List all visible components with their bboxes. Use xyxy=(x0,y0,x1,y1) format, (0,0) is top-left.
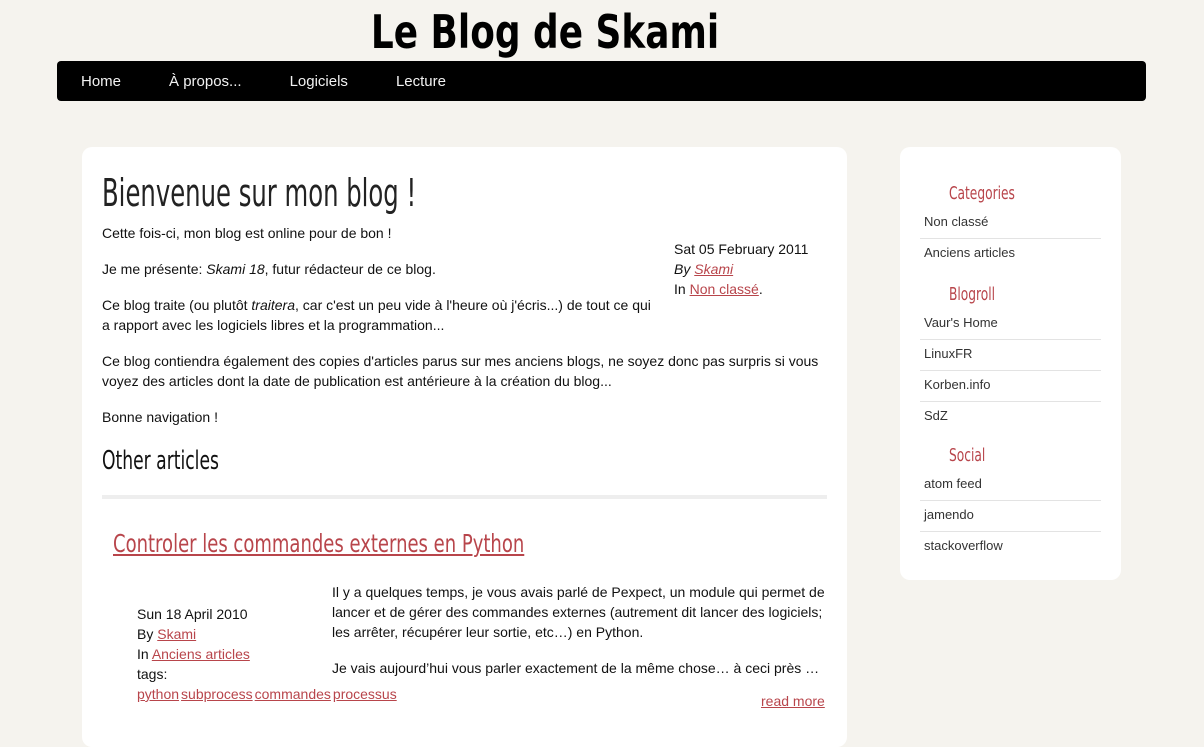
social-item[interactable]: jamendo xyxy=(920,501,1101,532)
main-content: Bienvenue sur mon blog ! Sat 05 February… xyxy=(82,147,847,747)
post-body: Cette fois-ci, mon blog est online pour … xyxy=(102,223,827,443)
social-list: atom feed jamendo stackoverflow xyxy=(920,470,1101,562)
categories-section: Categories Non classé Anciens articles xyxy=(920,183,1101,269)
article-author-link[interactable]: Skami xyxy=(157,626,196,642)
blogroll-heading: Blogroll xyxy=(948,284,996,305)
excerpt-paragraph: Je vais aujourd’hui vous parler exacteme… xyxy=(332,660,820,676)
excerpt-paragraph: Il y a quelques temps, je vous avais par… xyxy=(332,584,825,640)
nav-software[interactable]: Logiciels xyxy=(290,73,348,90)
blogroll-item[interactable]: SdZ xyxy=(920,402,1101,432)
tag-link[interactable]: subprocess xyxy=(181,686,253,702)
read-more-link[interactable]: read more xyxy=(761,693,825,709)
social-section: Social atom feed jamendo stackoverflow xyxy=(920,445,1101,562)
nav-reading[interactable]: Lecture xyxy=(396,73,446,90)
nav-home[interactable]: Home xyxy=(81,73,121,90)
post-paragraph: Ce blog traite (ou plutôt traitera, car … xyxy=(102,297,651,333)
nav-about[interactable]: À propos... xyxy=(169,73,242,90)
tag-link[interactable]: python xyxy=(137,686,179,702)
tag-link[interactable]: commandes xyxy=(255,686,331,702)
categories-list: Non classé Anciens articles xyxy=(920,208,1101,269)
blogroll-item[interactable]: LinuxFR xyxy=(920,340,1101,371)
category-item[interactable]: Anciens articles xyxy=(920,239,1101,269)
post-paragraph: Je me présente: Skami 18, futur rédacteu… xyxy=(102,261,436,277)
blogroll-item[interactable]: Korben.info xyxy=(920,371,1101,402)
blogroll-item[interactable]: Vaur's Home xyxy=(920,309,1101,340)
section-divider xyxy=(102,495,827,499)
sidebar: Categories Non classé Anciens articles B… xyxy=(900,147,1121,580)
social-item[interactable]: stackoverflow xyxy=(920,532,1101,562)
social-item[interactable]: atom feed xyxy=(920,470,1101,501)
site-title[interactable]: Le Blog de Skami xyxy=(120,2,970,62)
article-category-link[interactable]: Anciens articles xyxy=(152,646,250,662)
post-title: Bienvenue sur mon blog ! xyxy=(102,171,417,215)
categories-heading: Categories xyxy=(948,183,1015,204)
post-paragraph: Cette fois-ci, mon blog est online pour … xyxy=(102,225,392,241)
social-heading: Social xyxy=(948,445,986,466)
post-paragraph: Bonne navigation ! xyxy=(102,409,218,425)
article-title-link[interactable]: Controler les commandes externes en Pyth… xyxy=(113,529,524,558)
other-articles-heading: Other articles xyxy=(102,446,219,476)
category-item[interactable]: Non classé xyxy=(920,208,1101,239)
post-paragraph: Ce blog contiendra également des copies … xyxy=(102,353,819,389)
blogroll-list: Vaur's Home LinuxFR Korben.info SdZ xyxy=(920,309,1101,432)
main-nav: Home À propos... Logiciels Lecture xyxy=(57,61,1146,101)
blogroll-section: Blogroll Vaur's Home LinuxFR Korben.info… xyxy=(920,284,1101,432)
article-excerpt: Il y a quelques temps, je vous avais par… xyxy=(332,582,827,694)
